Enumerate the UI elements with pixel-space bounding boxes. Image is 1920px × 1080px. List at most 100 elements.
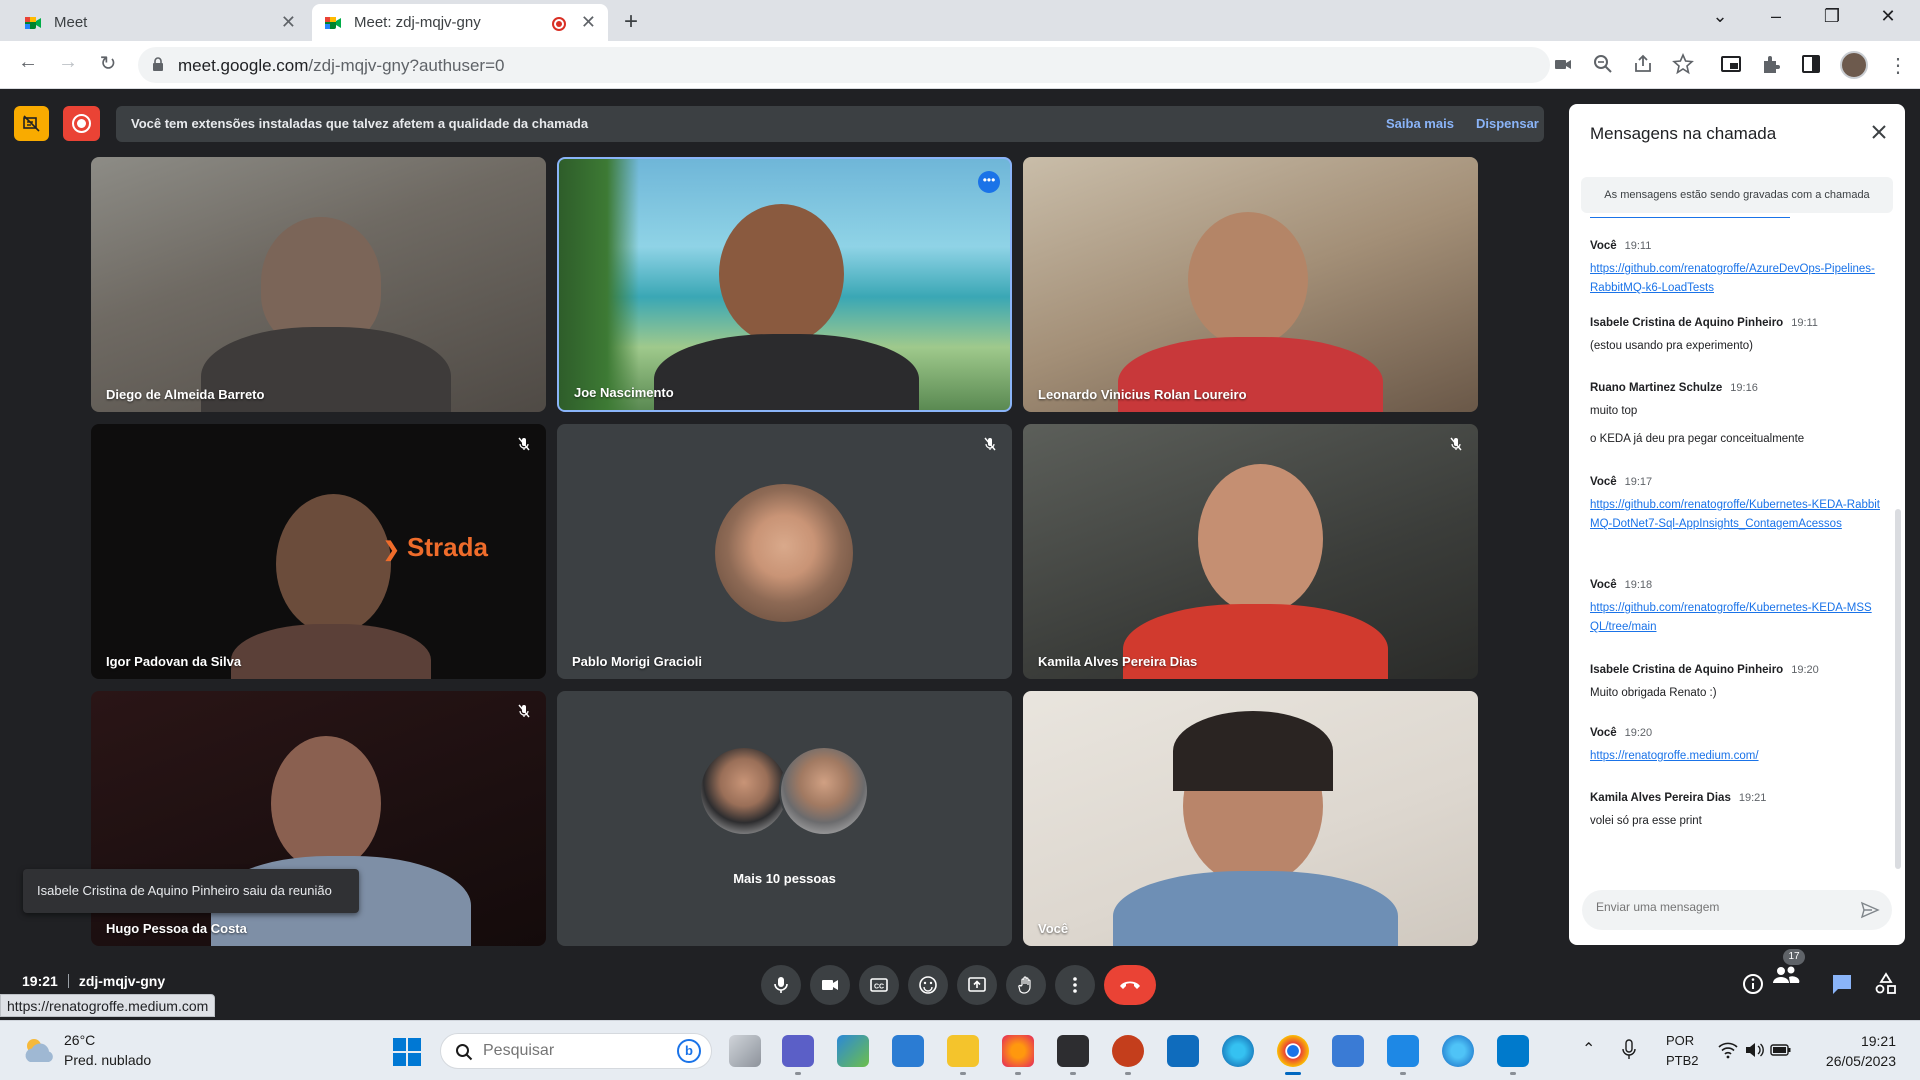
send-icon[interactable] [1860,900,1880,920]
activities-icon[interactable] [1871,969,1901,999]
vscode-icon[interactable] [1497,1035,1529,1075]
learn-more-link[interactable]: Saiba mais [1386,116,1454,131]
camera-icon [822,980,838,990]
participant-avatar [699,746,789,836]
wifi-icon[interactable] [1718,1041,1738,1059]
azure-icon[interactable] [892,1035,924,1067]
tray-chevron-icon[interactable]: ⌃ [1582,1039,1595,1059]
bing-icon[interactable]: b [677,1039,701,1063]
keyboard-layout[interactable]: PTB2 [1666,1053,1699,1068]
tab-meet[interactable]: Meet ✕ [12,4,308,41]
chat-input-box[interactable] [1582,890,1892,930]
restore-icon[interactable]: ❐ [1812,6,1852,27]
volume-icon[interactable] [1744,1041,1764,1059]
zoom-icon[interactable] [1592,53,1614,75]
participant-name: Joe Nascimento [574,385,674,400]
globe-app-icon[interactable] [1442,1035,1474,1067]
people-button[interactable]: 17 [1769,949,1805,992]
bookmark-star-icon[interactable] [1672,53,1694,75]
chat-scrollbar[interactable] [1895,509,1901,869]
store-icon[interactable] [837,1035,869,1067]
keyboard-language[interactable]: POR [1666,1033,1694,1048]
toast-text: Isabele Cristina de Aquino Pinheiro saiu… [37,883,332,898]
more-options-icon[interactable]: ••• [978,171,1000,193]
reload-icon[interactable]: ↻ [94,51,122,76]
mail-icon[interactable] [1167,1035,1199,1067]
browser-menu-icon[interactable]: ⋮ [1888,53,1908,78]
participant-tile[interactable]: Pablo Morigi Gracioli [557,424,1012,679]
dismiss-button[interactable]: Dispensar [1476,116,1539,131]
raise-hand-button[interactable] [1006,965,1046,1005]
taskbar-search[interactable]: b [440,1033,712,1069]
clock-date[interactable]: 26/05/2023 [1826,1053,1896,1069]
tab-close-icon[interactable]: ✕ [581,12,596,33]
participant-name: Pablo Morigi Gracioli [572,654,703,669]
message-link[interactable]: https://github.com/renatogroffe/AzureDev… [1590,263,1875,294]
chrome-icon[interactable] [1277,1035,1309,1075]
participant-tile[interactable]: ❯ Strada Igor Padovan da Silva [91,424,546,679]
chat-icon[interactable] [1827,969,1857,999]
side-panel-icon[interactable] [1800,53,1822,75]
url-text[interactable]: meet.google.com/zdj-mqjv-gny?authuser=0 [178,56,504,76]
captions-button[interactable]: CC [859,965,899,1005]
back-icon[interactable]: ← [14,51,42,74]
tray-microphone-icon[interactable] [1622,1039,1636,1061]
participant-tile[interactable]: Diego de Almeida Barreto [91,157,546,412]
participant-video [271,736,381,871]
tab-close-icon[interactable]: ✕ [281,12,296,33]
tab-search-chevron-icon[interactable]: ⌄ [1700,6,1740,27]
edge-icon[interactable] [1222,1035,1254,1067]
message-link[interactable]: https://renatogroffe.medium.com/ [1590,750,1759,762]
battery-icon[interactable] [1770,1042,1792,1058]
window-close-icon[interactable]: ✕ [1868,6,1908,27]
extensions-icon[interactable] [1760,53,1782,75]
picture-in-picture-icon[interactable] [1720,53,1742,75]
search-input[interactable] [483,1042,663,1060]
extension-warning-icon[interactable] [14,106,49,141]
meeting-code[interactable]: zdj-mqjv-gny [79,973,165,989]
message-link[interactable]: https://github.com/renatogroffe/Kubernet… [1590,602,1872,633]
omnibox[interactable]: meet.google.com/zdj-mqjv-gny?authuser=0 [138,47,1550,83]
meeting-details-icon[interactable] [1738,969,1768,999]
tab-meet-call[interactable]: Meet: zdj-mqjv-gny ✕ [312,4,608,41]
forward-icon[interactable]: → [54,51,82,74]
more-people-label: Mais 10 pessoas [733,871,836,886]
self-tile[interactable]: Você [1023,691,1478,946]
chat-message-list[interactable]: Você 19:11 https://github.com/renatogroff… [1569,216,1905,880]
weather-temperature[interactable]: 26°C [64,1032,95,1048]
leave-call-button[interactable] [1104,965,1156,1005]
message-text: o KEDA já deu pra pegar conceitualmente [1590,433,1805,445]
minimize-icon[interactable]: – [1756,6,1796,27]
message-author: Você [1590,240,1617,252]
teams-icon[interactable] [782,1035,814,1075]
message-link[interactable]: https://github.com/renatogroffe/Kubernet… [1590,499,1880,530]
task-view-icon[interactable] [729,1035,761,1067]
share-icon[interactable] [1632,53,1654,75]
reactions-button[interactable] [908,965,948,1005]
profile-avatar[interactable] [1840,51,1868,79]
powerpoint-icon[interactable] [1112,1035,1144,1075]
participant-tile[interactable]: Kamila Alves Pereira Dias [1023,424,1478,679]
notepad-icon[interactable] [1387,1035,1419,1075]
more-options-button[interactable] [1055,965,1095,1005]
chat-message-input[interactable] [1596,900,1836,914]
weather-cloud-icon[interactable] [22,1036,58,1064]
close-icon[interactable] [1867,120,1891,144]
clock-time[interactable]: 19:21 [1861,1033,1896,1049]
file-explorer-icon[interactable] [947,1035,979,1075]
new-tab-icon[interactable]: + [624,8,638,36]
terminal-icon[interactable] [1057,1035,1089,1075]
firefox-icon[interactable] [1002,1035,1034,1075]
app-grid-icon[interactable] [1332,1035,1364,1067]
camera-button[interactable] [810,965,850,1005]
camera-in-use-icon[interactable] [1552,53,1574,75]
weather-description[interactable]: Pred. nublado [64,1052,151,1068]
message-author: Você [1590,727,1617,739]
recording-icon[interactable] [63,106,100,141]
present-button[interactable] [957,965,997,1005]
windows-start-icon[interactable] [392,1037,422,1067]
participant-tile-active[interactable]: ••• Joe Nascimento [557,157,1012,412]
more-participants-tile[interactable]: Mais 10 pessoas [557,691,1012,946]
participant-tile[interactable]: Leonardo Vinicius Rolan Loureiro [1023,157,1478,412]
microphone-button[interactable] [761,965,801,1005]
